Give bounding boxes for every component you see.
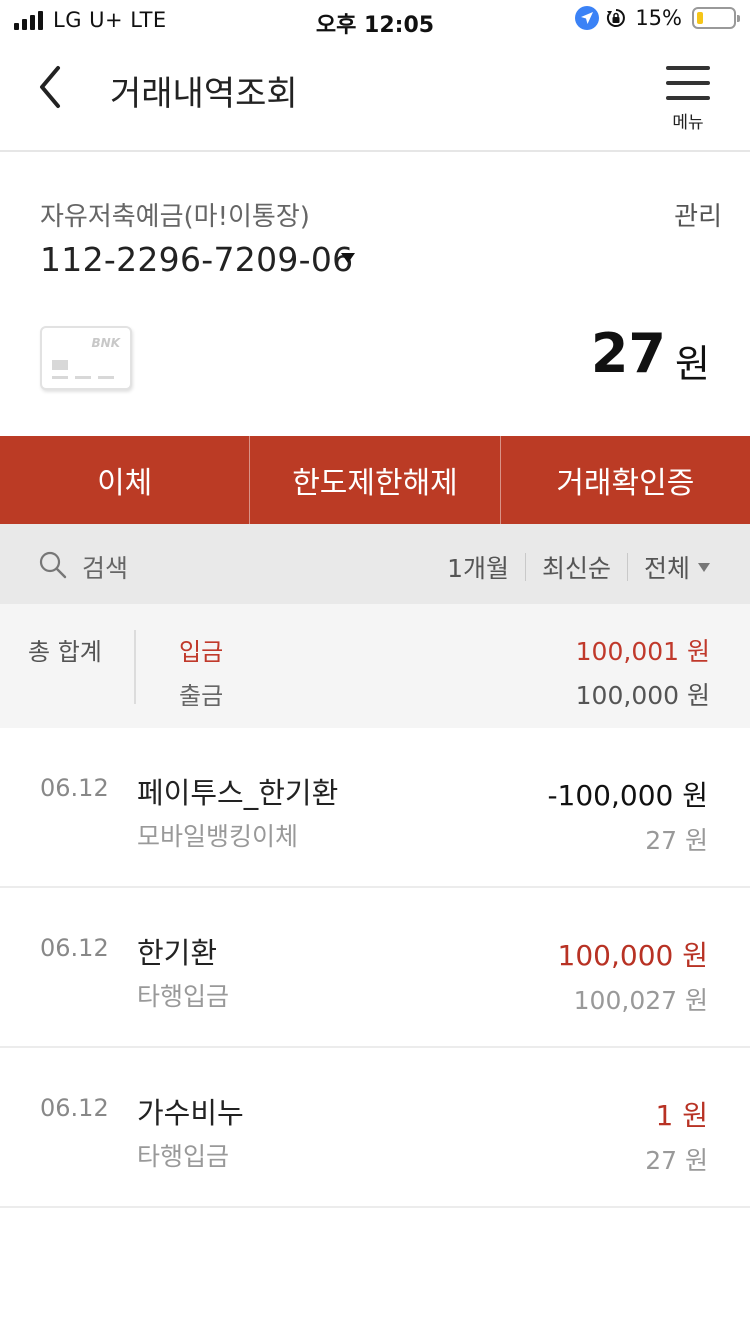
- transaction-amount: 1 원: [655, 1099, 708, 1132]
- battery-percent: 15%: [635, 6, 682, 30]
- bank-card-icon: BNK: [40, 326, 132, 390]
- menu-icon: [666, 66, 710, 100]
- transaction-balance: 100,027 원: [573, 986, 708, 1015]
- period-filter[interactable]: 1개월: [447, 549, 509, 585]
- divider: [134, 630, 136, 704]
- back-icon[interactable]: [30, 62, 70, 112]
- divider: [524, 553, 526, 581]
- transaction-date: 06.12: [40, 934, 109, 962]
- divider: [626, 553, 628, 581]
- transaction-amount: 100,000 원: [557, 939, 708, 972]
- search-button[interactable]: 검색: [82, 549, 128, 585]
- deposit-label: 입금: [179, 638, 224, 666]
- location-icon: [575, 6, 600, 30]
- chevron-down-icon[interactable]: [698, 562, 710, 572]
- transaction-balance: 27 원: [645, 1146, 708, 1175]
- balance-unit: 원: [675, 342, 710, 386]
- transaction-name: 페이투스_한기환: [137, 776, 339, 810]
- transaction-type: 타행입금: [137, 1142, 230, 1171]
- menu-label: 메뉴: [672, 113, 704, 133]
- filter-bar: 검색 1개월 최신순 전체: [0, 524, 750, 604]
- menu-button[interactable]: 메뉴: [666, 66, 710, 133]
- action-bar: 이체 한도제한해제 거래확인증: [0, 436, 750, 524]
- certificate-button[interactable]: 거래확인증: [501, 436, 750, 524]
- transaction-row[interactable]: 06.12 한기환 타행입금 100,000 원 100,027 원: [0, 888, 750, 1048]
- manage-link[interactable]: 관리: [674, 196, 722, 233]
- transfer-button[interactable]: 이체: [0, 436, 251, 524]
- card-line: [98, 376, 114, 379]
- withdraw-total: 100,000 원: [575, 681, 710, 710]
- totals-summary: 총 합계 입금 출금 100,001 원 100,000 원: [0, 604, 750, 728]
- account-number[interactable]: 112-2296-7209-06: [40, 240, 353, 279]
- transaction-name: 한기환: [137, 936, 218, 970]
- header: 거래내역조회 메뉴: [0, 40, 750, 152]
- balance-amount: 27: [590, 322, 666, 385]
- account-dropdown-icon[interactable]: [341, 253, 355, 263]
- search-icon[interactable]: [38, 550, 68, 580]
- status-bar: LG U+ LTE 오후 12:05 15%: [0, 0, 750, 40]
- transaction-balance: 27 원: [645, 826, 708, 855]
- transaction-date: 06.12: [40, 1094, 109, 1122]
- limit-release-button[interactable]: 한도제한해제: [250, 436, 501, 524]
- card-line: [75, 376, 91, 379]
- transaction-type: 모바일뱅킹이체: [137, 822, 299, 851]
- card-brand: BNK: [91, 336, 121, 350]
- transaction-row[interactable]: 06.12 가수비누 타행입금 1 원 27 원: [0, 1048, 750, 1208]
- filter-options: 1개월 최신순 전체: [447, 549, 710, 585]
- transaction-row[interactable]: 06.12 페이투스_한기환 모바일뱅킹이체 -100,000 원 27 원: [0, 728, 750, 888]
- status-right: 15%: [575, 6, 740, 30]
- transaction-date: 06.12: [40, 774, 109, 802]
- page-title: 거래내역조회: [110, 74, 298, 114]
- withdraw-label: 출금: [179, 682, 224, 710]
- sort-filter[interactable]: 최신순: [542, 549, 611, 585]
- battery-icon: [692, 7, 740, 29]
- transaction-name: 가수비누: [137, 1096, 244, 1130]
- transaction-type: 타행입금: [137, 982, 230, 1011]
- rotation-lock-icon: [607, 9, 626, 27]
- account-type: 자유저축예금(마!이통장): [40, 202, 310, 232]
- totals-label: 총 합계: [28, 638, 102, 666]
- category-filter[interactable]: 전체: [644, 549, 690, 585]
- card-chip: [52, 360, 68, 370]
- deposit-total: 100,001 원: [575, 637, 710, 666]
- card-line: [52, 376, 68, 379]
- transaction-amount: -100,000 원: [547, 779, 708, 812]
